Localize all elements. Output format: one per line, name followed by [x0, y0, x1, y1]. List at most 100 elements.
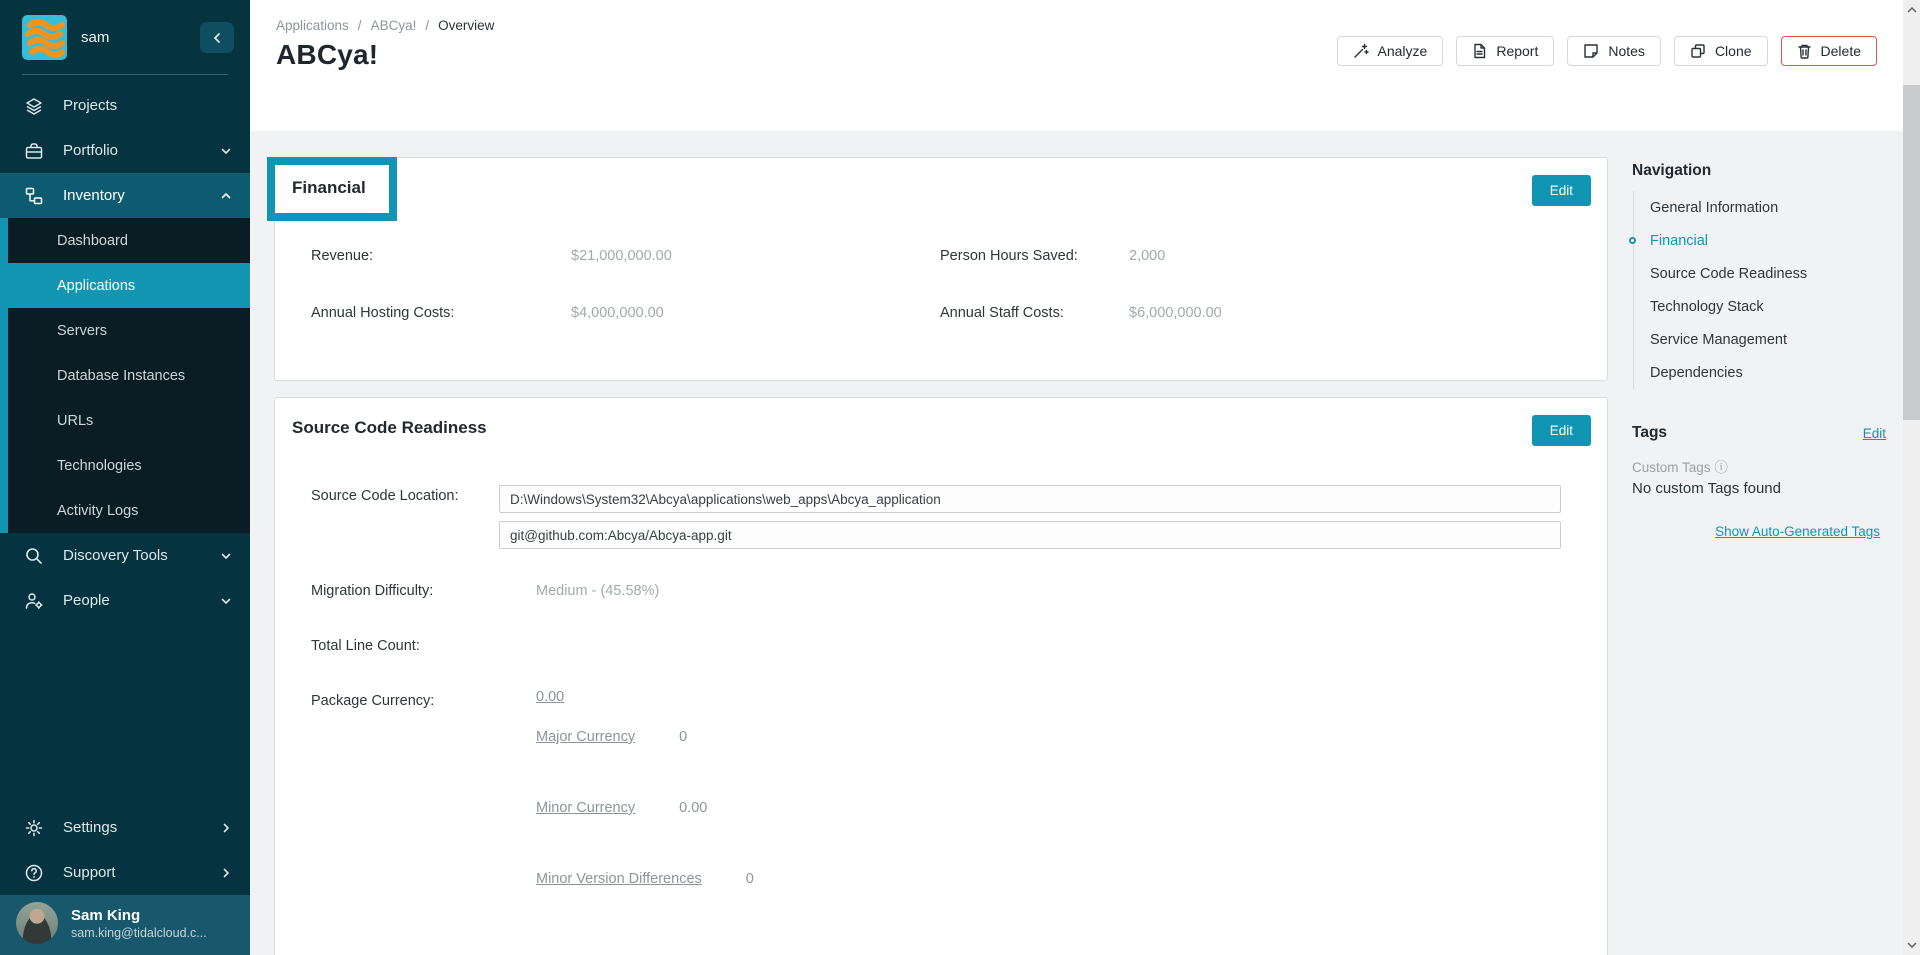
clone-label: Clone: [1715, 43, 1752, 59]
scroll-up-arrow-icon[interactable]: [1903, 2, 1920, 18]
nav-anchor-technology-stack[interactable]: Technology Stack: [1650, 290, 1807, 323]
chevron-down-icon: [220, 145, 232, 157]
financial-heading: Financial: [292, 178, 366, 198]
show-auto-generated-tags-link[interactable]: Show Auto-Generated Tags: [1715, 524, 1880, 539]
chevron-down-icon: [220, 550, 232, 562]
delete-label: Delete: [1821, 43, 1861, 59]
sidebar-item-support[interactable]: Support: [0, 850, 250, 895]
avatar: [16, 902, 58, 944]
anchor-label: Financial: [1650, 233, 1708, 249]
sidebar-item-label: Support: [63, 864, 116, 881]
source-code-readiness-section: Source Code Readiness Edit Source Code L…: [274, 397, 1608, 955]
sidebar-item-dashboard[interactable]: Dashboard: [0, 218, 250, 263]
breadcrumb-abcya[interactable]: ABCya!: [371, 18, 417, 33]
user-email: sam.king@tidalcloud.c...: [71, 925, 207, 941]
breadcrumb: Applications / ABCya! / Overview: [276, 18, 494, 33]
sub-item-label: Activity Logs: [57, 503, 138, 519]
chevron-down-icon: [220, 595, 232, 607]
sidebar-item-inventory[interactable]: Inventory: [0, 173, 250, 218]
collapse-sidebar-button[interactable]: [200, 22, 234, 53]
layers-icon: [24, 96, 44, 116]
major-currency-value: 0: [679, 729, 687, 745]
sidebar-item-label: Projects: [63, 97, 117, 114]
user-info: Sam King sam.king@tidalcloud.c...: [71, 906, 207, 941]
sidebar-item-applications[interactable]: Applications: [0, 263, 250, 308]
delete-button[interactable]: Delete: [1781, 36, 1877, 66]
nav-anchor-financial[interactable]: Financial: [1650, 224, 1807, 257]
source-code-readiness-edit-button[interactable]: Edit: [1532, 415, 1591, 446]
custom-tags-label: Custom Tags ⓘ: [1632, 456, 1728, 476]
notes-button[interactable]: Notes: [1567, 36, 1661, 66]
sidebar-item-label: Inventory: [63, 187, 125, 204]
package-currency-link[interactable]: 0.00: [536, 689, 564, 705]
show-auto-tags-row: Show Auto-Generated Tags: [1632, 523, 1880, 539]
chevron-left-icon: [211, 32, 223, 44]
sidebar-item-label: Settings: [63, 819, 117, 836]
scrollbar-thumb[interactable]: [1903, 85, 1920, 420]
tags-header: Tags Edit: [1632, 424, 1886, 442]
info-icon[interactable]: ⓘ: [1714, 460, 1728, 475]
user-name: Sam King: [71, 906, 207, 925]
total-line-count-label: Total Line Count:: [311, 638, 420, 654]
content-area: Financial Edit Revenue: $21,000,000.00 P…: [250, 131, 1903, 955]
scroll-down-arrow-icon[interactable]: [1903, 937, 1920, 953]
breadcrumb-applications[interactable]: Applications: [276, 18, 349, 33]
source-code-readiness-heading: Source Code Readiness: [292, 418, 487, 438]
breadcrumb-separator: /: [425, 18, 429, 33]
report-label: Report: [1496, 43, 1538, 59]
tags-edit-link[interactable]: Edit: [1863, 426, 1886, 441]
person-gear-icon: [24, 591, 44, 611]
page-title: ABCya!: [276, 39, 378, 71]
minor-currency-link[interactable]: Minor Currency: [536, 800, 635, 816]
tags-heading: Tags: [1632, 424, 1667, 442]
nav-anchor-service-management[interactable]: Service Management: [1650, 323, 1807, 356]
source-repo-input[interactable]: git@github.com:Abcya/Abcya-app.git: [499, 521, 1561, 549]
report-button[interactable]: Report: [1456, 36, 1554, 66]
sidebar-item-portfolio[interactable]: Portfolio: [0, 128, 250, 173]
user-profile[interactable]: Sam King sam.king@tidalcloud.c...: [0, 895, 250, 955]
sidebar-item-database-instances[interactable]: Database Instances: [0, 353, 250, 398]
nav-anchor-general-information[interactable]: General Information: [1650, 191, 1807, 224]
person-hours-saved-label: Person Hours Saved:: [940, 248, 1078, 264]
sidebar-item-technologies[interactable]: Technologies: [0, 443, 250, 488]
note-icon: [1583, 43, 1599, 59]
minor-currency-row: Minor Currency0.00: [536, 800, 707, 816]
sidebar-item-servers[interactable]: Servers: [0, 308, 250, 353]
source-location-input[interactable]: D:\Windows\System32\Abcya\applications\w…: [499, 485, 1561, 513]
sidebar-item-projects[interactable]: Projects: [0, 83, 250, 128]
sidebar-item-settings[interactable]: Settings: [0, 805, 250, 850]
sidebar-item-urls[interactable]: URLs: [0, 398, 250, 443]
nav-anchor-dependencies[interactable]: Dependencies: [1650, 356, 1807, 389]
vertical-scrollbar[interactable]: [1903, 0, 1920, 955]
navigation-anchor-list: General Information Financial Source Cod…: [1633, 191, 1807, 389]
migration-difficulty-label: Migration Difficulty:: [311, 583, 433, 599]
sub-item-label: Database Instances: [57, 368, 185, 384]
copy-icon: [1690, 43, 1706, 59]
sidebar-item-label: Portfolio: [63, 142, 118, 159]
wand-icon: [1353, 43, 1369, 59]
migration-difficulty-value: Medium - (45.58%): [536, 583, 659, 599]
minor-version-differences-link[interactable]: Minor Version Differences: [536, 871, 702, 887]
minor-version-differences-row: Minor Version Differences 0: [536, 871, 754, 887]
sidebar-item-people[interactable]: People: [0, 578, 250, 623]
clone-button[interactable]: Clone: [1674, 36, 1768, 66]
active-anchor-dot-icon: [1629, 237, 1636, 244]
analyze-button[interactable]: Analyze: [1337, 36, 1444, 66]
sub-item-label: URLs: [57, 413, 93, 429]
analyze-label: Analyze: [1378, 43, 1428, 59]
major-currency-link[interactable]: Major Currency: [536, 729, 635, 745]
financial-edit-button[interactable]: Edit: [1532, 175, 1591, 206]
trash-icon: [1797, 43, 1812, 59]
sidebar-item-discovery-tools[interactable]: Discovery Tools: [0, 533, 250, 578]
sidebar: sam Projects Portfolio Invent: [0, 0, 250, 955]
breadcrumb-separator: /: [358, 18, 362, 33]
navigation-heading: Navigation: [1632, 162, 1711, 180]
nav-anchor-source-code-readiness[interactable]: Source Code Readiness: [1650, 257, 1807, 290]
sidebar-item-label: People: [63, 592, 110, 609]
sub-item-label: Dashboard: [57, 233, 128, 249]
sidebar-item-activity-logs[interactable]: Activity Logs: [0, 488, 250, 533]
action-toolbar: Analyze Report Notes Clone Delete: [1337, 36, 1877, 66]
chevron-up-icon: [220, 190, 232, 202]
minor-version-differences-value: 0: [746, 871, 754, 887]
no-tags-message: No custom Tags found: [1632, 480, 1781, 497]
